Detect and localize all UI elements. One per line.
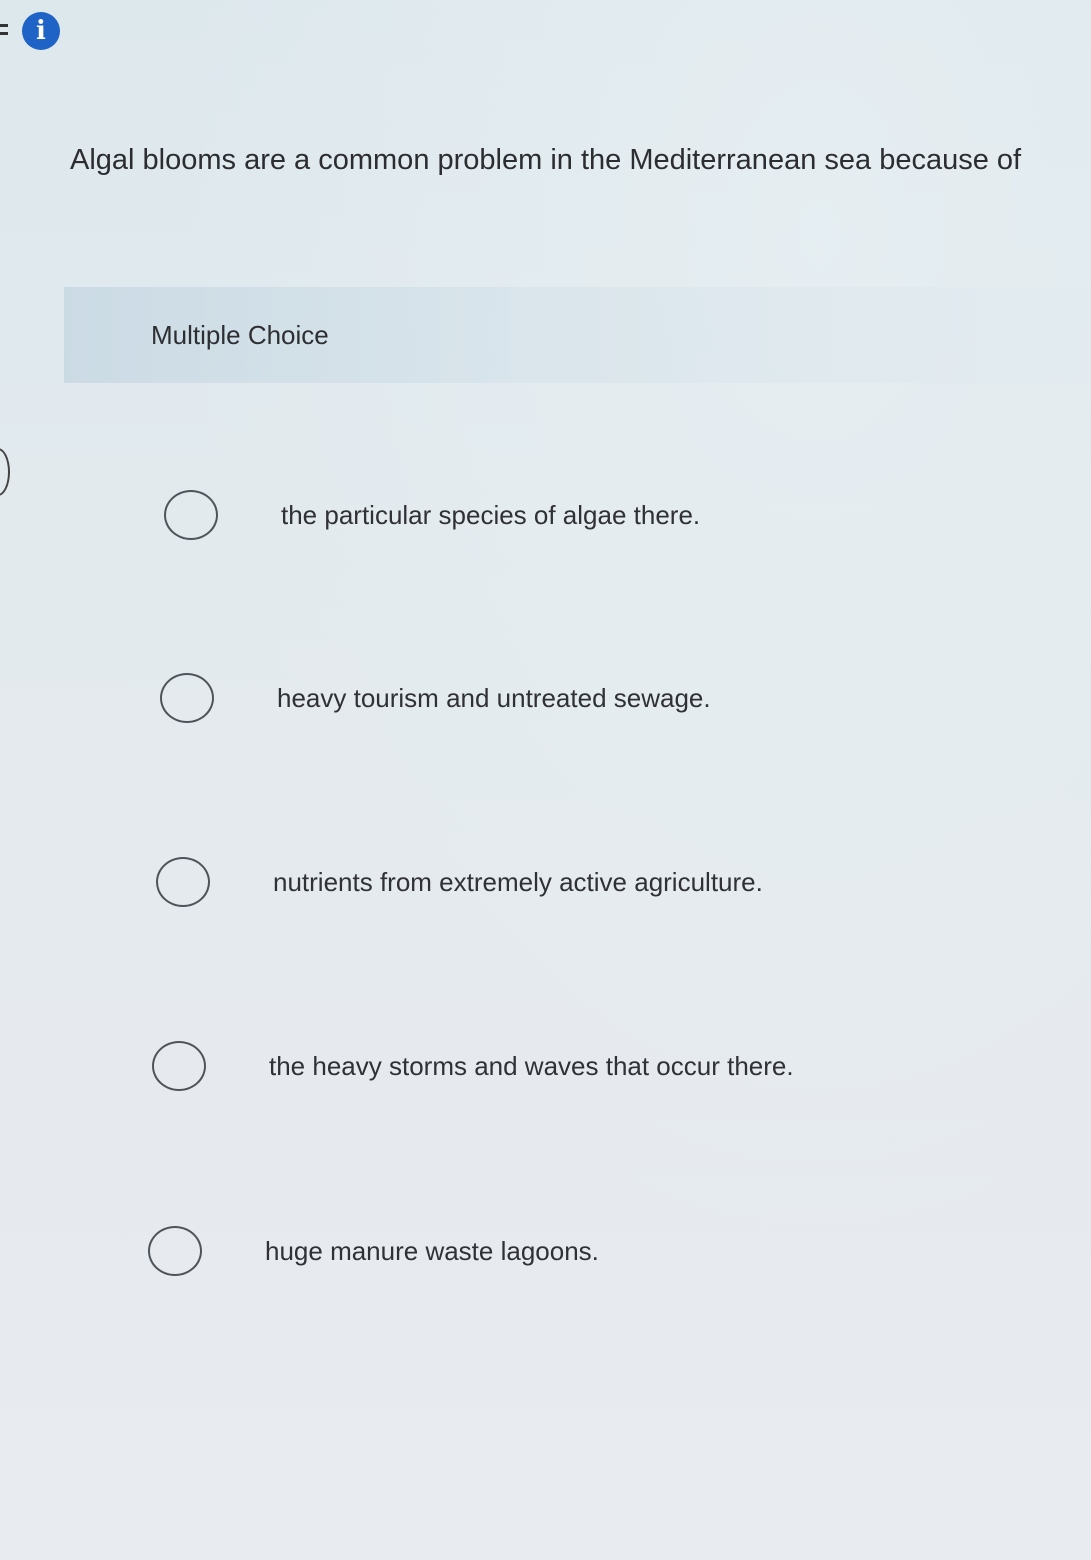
edge-arc-decoration [0, 448, 10, 496]
answer-option-1[interactable]: the particular species of algae there. [164, 490, 924, 550]
answer-option-2[interactable]: heavy tourism and untreated sewage. [160, 673, 920, 733]
edge-decoration [0, 32, 8, 35]
info-icon[interactable]: i [22, 12, 60, 50]
answer-option-label[interactable]: nutrients from extremely active agricult… [273, 867, 763, 898]
radio-button[interactable] [160, 673, 214, 723]
answer-option-label[interactable]: huge manure waste lagoons. [265, 1236, 599, 1267]
radio-button[interactable] [156, 857, 210, 907]
radio-button[interactable] [164, 490, 218, 540]
question-type-label: Multiple Choice [151, 320, 329, 350]
answer-option-5[interactable]: huge manure waste lagoons. [148, 1226, 908, 1286]
edge-decoration [0, 24, 8, 27]
question-text: Algal blooms are a common problem in the… [70, 144, 1022, 176]
radio-button[interactable] [148, 1226, 202, 1276]
answer-option-label[interactable]: the heavy storms and waves that occur th… [269, 1051, 794, 1082]
answer-option-3[interactable]: nutrients from extremely active agricult… [156, 857, 916, 917]
answer-option-label[interactable]: heavy tourism and untreated sewage. [277, 683, 711, 714]
radio-button[interactable] [152, 1041, 206, 1091]
answer-option-label[interactable]: the particular species of algae there. [281, 500, 700, 531]
answer-option-4[interactable]: the heavy storms and waves that occur th… [152, 1041, 912, 1101]
